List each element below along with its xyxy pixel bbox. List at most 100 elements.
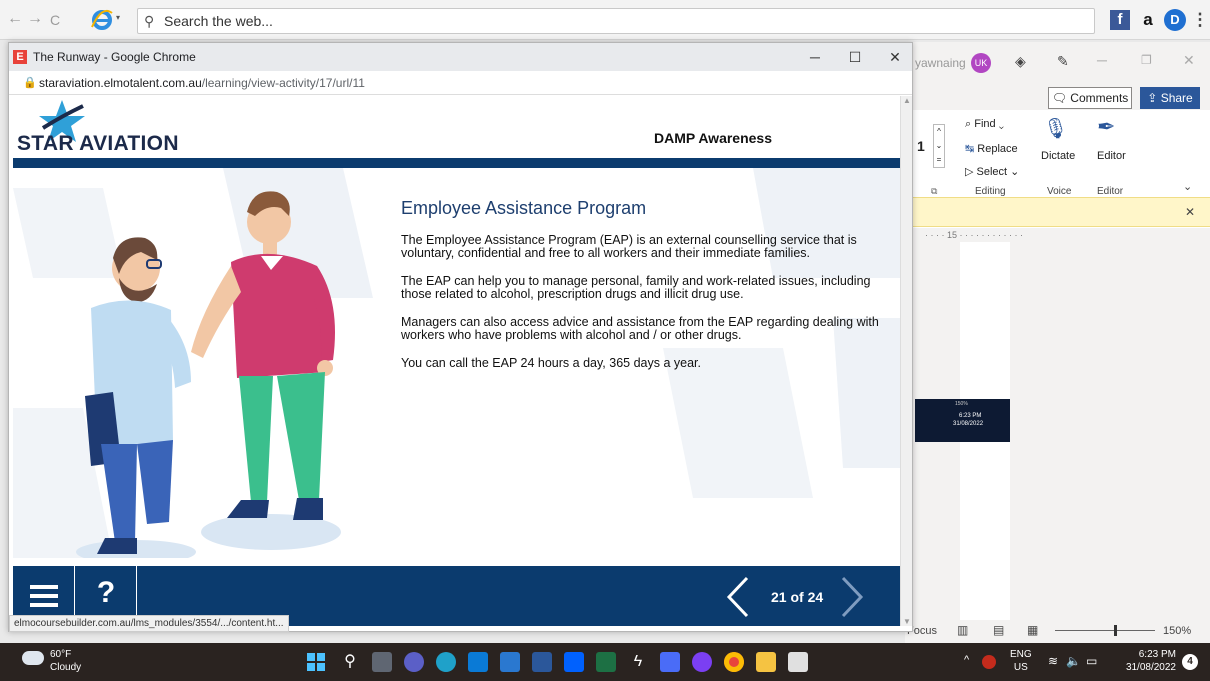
zoom-slider[interactable] <box>1055 630 1155 631</box>
word-window: yawnaing UK ◈ ✎ ─ ❐ ✕ 🗨 Comments ⇪ Share… <box>905 42 1210 643</box>
address-bar[interactable]: 🔒 staraviation.elmotalent.com.au/learnin… <box>9 71 912 95</box>
task-view-icon[interactable] <box>372 652 392 672</box>
select-button[interactable]: ▷ Select ⌄ <box>965 165 1019 178</box>
zoom-level[interactable]: 150% <box>1163 625 1191 637</box>
wifi-icon[interactable]: ≋ <box>1048 654 1058 668</box>
header-divider <box>13 158 900 168</box>
avatar[interactable]: UK <box>971 53 991 73</box>
editor-group-label: Editor <box>1097 186 1124 197</box>
share-button[interactable]: ⇪ Share <box>1140 87 1200 109</box>
diamond-icon[interactable]: ◈ <box>1015 53 1026 70</box>
paragraph-eap-help: The EAP can help you to manage personal,… <box>401 274 871 301</box>
teams-chat-icon[interactable] <box>404 652 424 672</box>
course-header: STAR AVIATION DAMP Awareness <box>13 96 900 158</box>
close-button[interactable]: ✕ <box>875 43 915 71</box>
excel-icon[interactable] <box>596 652 616 672</box>
paragraph-eap-managers: Managers can also access advice and assi… <box>401 315 879 342</box>
word-icon[interactable] <box>532 652 552 672</box>
previous-arrow-icon[interactable] <box>725 576 751 618</box>
voice-group-label: Voice <box>1047 186 1072 197</box>
course-title: DAMP Awareness <box>653 130 772 146</box>
page-scrollbar[interactable]: ▲ ▼ <box>900 96 912 626</box>
web-layout-icon[interactable]: ▦ <box>1027 623 1038 637</box>
minimize-button[interactable]: ─ <box>795 43 835 71</box>
ie-dropdown-icon[interactable]: ▾ <box>116 13 120 22</box>
word-statusbar: Focus ▥ ▤ ▦ 150% <box>905 620 1210 643</box>
store-icon[interactable] <box>468 652 488 672</box>
close-banner-icon[interactable]: ✕ <box>1185 205 1195 219</box>
comment-icon: 🗨 <box>1051 91 1067 105</box>
chrome-titlebar: E The Runway - Google Chrome ─ ☐ ✕ <box>9 43 912 71</box>
dropbox-icon[interactable] <box>564 652 584 672</box>
replace-button[interactable]: ↹ Replace <box>965 142 1018 155</box>
chrome-icon[interactable] <box>724 652 744 672</box>
ruler-mark: 15 <box>947 230 958 240</box>
language-indicator[interactable]: ENG US <box>1010 648 1032 674</box>
notification-badge[interactable]: 4 <box>1182 654 1198 670</box>
clock[interactable]: 6:23 PM 31/08/2022 <box>1116 648 1176 674</box>
editing-group-label: Editing <box>975 186 1006 197</box>
extension-d-icon[interactable]: D <box>1164 9 1186 31</box>
facebook-icon[interactable]: f <box>1110 10 1130 30</box>
security-alert-icon[interactable] <box>982 655 996 669</box>
volume-icon[interactable]: 🔈 <box>1066 654 1081 668</box>
amazon-icon[interactable]: a <box>1136 8 1160 32</box>
help-icon: ? <box>96 576 116 609</box>
print-layout-icon[interactable]: ▤ <box>993 623 1004 637</box>
file-explorer-icon[interactable] <box>756 652 776 672</box>
dictate-button[interactable]: Dictate <box>1041 150 1075 162</box>
link-status-bar: elmocoursebuilder.com.au/lms_modules/355… <box>9 615 289 632</box>
search-input[interactable]: ⚲ Search the web... <box>137 8 1095 34</box>
info-banner: ✕ <box>905 197 1210 227</box>
pen-icon[interactable]: ✎ <box>1057 53 1069 70</box>
system-tray: ^ ENG US ≋ 🔈 ▭ 6:23 PM 31/08/2022 4 <box>960 643 1210 681</box>
weather-condition: Cloudy <box>50 662 82 673</box>
page-counter: 21 of 24 <box>771 589 824 605</box>
zoom-meetings-icon[interactable] <box>660 652 680 672</box>
purple-app-icon[interactable] <box>692 652 712 672</box>
restore-icon[interactable]: ❐ <box>1141 53 1152 67</box>
mini-date: 31/08/2022 <box>953 421 984 427</box>
word-titlebar: yawnaing UK ◈ ✎ ─ ❐ ✕ <box>905 42 1210 82</box>
minimize-icon[interactable]: ─ <box>1097 52 1107 68</box>
browser-toolbar: ← → C ▾ ⚲ Search the web... f a D ⋮ <box>0 0 1210 40</box>
employees-illustration <box>76 191 341 558</box>
lightning-app-icon[interactable]: ϟ <box>628 652 648 672</box>
font-size-value[interactable]: 1 <box>917 138 925 154</box>
editor-button[interactable]: Editor <box>1097 150 1126 162</box>
find-icon: ⌕ <box>965 118 972 130</box>
comments-button[interactable]: 🗨 Comments <box>1048 87 1132 109</box>
find-button[interactable]: ⌕ Find ⌄ <box>965 118 1004 131</box>
scroll-down-icon[interactable]: ▼ <box>903 617 911 626</box>
microphone-icon[interactable]: 🎙 <box>1043 116 1068 146</box>
edge-icon[interactable] <box>436 652 456 672</box>
paragraph-eap-intro: The Employee Assistance Program (EAP) is… <box>401 233 857 260</box>
mail-icon[interactable] <box>500 652 520 672</box>
tray-overflow-icon[interactable]: ^ <box>964 654 969 666</box>
notepad-app-icon[interactable] <box>788 652 808 672</box>
battery-icon[interactable]: ▭ <box>1086 654 1097 668</box>
menu-kebab-icon[interactable]: ⋮ <box>1188 8 1210 32</box>
forward-button[interactable]: → <box>26 10 44 28</box>
cursor-icon: ▷ <box>965 166 974 178</box>
editor-pen-icon[interactable]: ✒ <box>1097 114 1115 140</box>
collapse-ribbon-icon[interactable]: ⌄ <box>1183 180 1192 193</box>
next-arrow-icon[interactable] <box>839 576 865 618</box>
slide-content: Employee Assistance Program The Employee… <box>13 168 900 558</box>
close-icon[interactable]: ✕ <box>1183 52 1195 69</box>
window-title: The Runway - Google Chrome <box>33 50 196 64</box>
back-button[interactable]: ← <box>6 10 24 28</box>
ie-logo-icon[interactable] <box>90 9 114 31</box>
font-size-stepper[interactable]: ^ ⌄ = <box>933 124 945 168</box>
mini-zoom: 150% <box>955 401 968 407</box>
hamburger-icon <box>30 585 58 607</box>
chrome-popup-window: E The Runway - Google Chrome ─ ☐ ✕ 🔒 sta… <box>8 42 913 632</box>
scroll-up-icon[interactable]: ▲ <box>903 96 911 105</box>
search-taskbar-icon[interactable]: ⚲ <box>340 652 360 672</box>
maximize-button[interactable]: ☐ <box>835 43 875 71</box>
windows-start-icon[interactable] <box>307 653 325 671</box>
read-mode-icon[interactable]: ▥ <box>957 623 968 637</box>
zoom-thumb[interactable] <box>1114 625 1117 636</box>
launcher-icon[interactable]: ⧉ <box>931 186 937 197</box>
refresh-button[interactable]: C <box>46 12 64 28</box>
